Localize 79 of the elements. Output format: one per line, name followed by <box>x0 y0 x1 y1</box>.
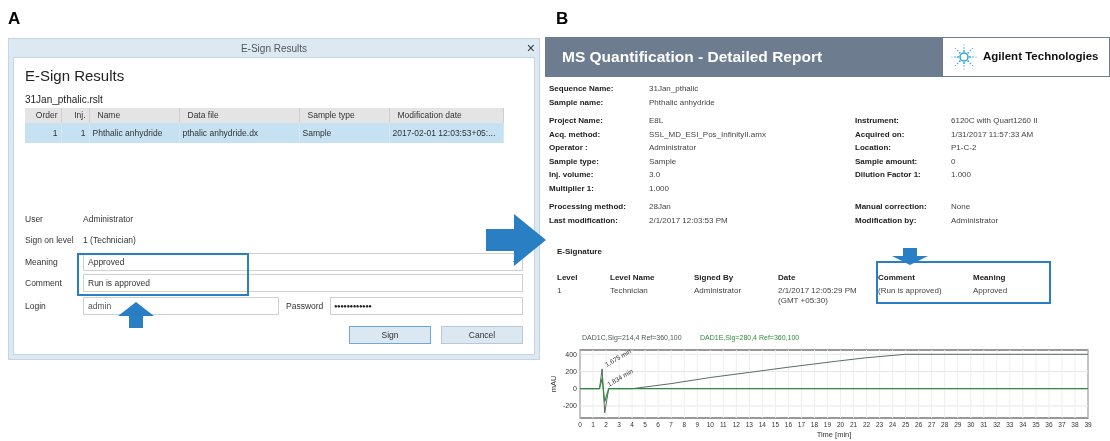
field-label: Password <box>286 299 325 313</box>
info-label: Operator : <box>549 142 589 154</box>
info-value: 28Jan <box>649 201 671 213</box>
logo-text: Agilent Technologies <box>983 49 1099 65</box>
column-header: Meaning <box>973 272 1007 284</box>
info-value: Administrator <box>649 142 697 154</box>
column-header: Date <box>778 272 797 284</box>
info-label: Manual correction: <box>855 201 928 213</box>
info-label: Sample name: <box>549 96 605 109</box>
info-label: Processing method: <box>549 201 627 213</box>
info-label: Inj. volume: <box>549 169 595 181</box>
info-value: 2/1/2017 12:03:53 PM <box>649 214 728 227</box>
info-value: Administrator <box>951 214 999 227</box>
table-cell-text: 1 <box>557 286 563 297</box>
file-name: 31Jan_pthalic.rslt <box>25 93 104 107</box>
sign-button[interactable]: Sign <box>349 326 431 344</box>
down-arrow <box>892 248 928 265</box>
comment-field[interactable]: Run is approved <box>83 274 523 292</box>
table-cell: pthalic anhydride.dx <box>179 123 299 143</box>
info-value: 0 <box>951 155 956 168</box>
info-label: Last modification: <box>549 214 619 227</box>
info-value: 6120C with Quart1260 II <box>951 115 1038 127</box>
report-header: MS Quantification - Detailed Report <box>545 37 942 77</box>
field-label: Comment <box>25 276 63 290</box>
column-header: Comment <box>878 272 916 284</box>
table-cell: 1 <box>61 123 89 143</box>
panel-label: A <box>8 8 21 30</box>
info-value: 1/31/2017 11:57:33 AM <box>951 128 1034 141</box>
info-label: Modification by: <box>855 214 918 227</box>
info-label: Project Name: <box>549 115 604 127</box>
table-cell-text: Technician <box>610 286 649 297</box>
up-arrow <box>118 302 154 328</box>
info-value: 1.000 <box>649 182 670 195</box>
info-label: Acquired on: <box>855 128 906 141</box>
column-header: Signed By <box>694 272 735 284</box>
spark-logo-icon <box>951 44 977 70</box>
field-label: User <box>25 213 44 226</box>
info-value: E8L <box>649 115 664 127</box>
field-label: Login <box>25 299 47 313</box>
info-label: Sample amount: <box>855 155 919 168</box>
right-arrow <box>486 214 546 266</box>
cancel-button[interactable]: Cancel <box>441 326 523 344</box>
info-value: SSL_MD_ESI_Pos_InfinityII.amx <box>649 128 766 141</box>
table-row[interactable]: 1 1 Phthalic anhydride pthalic anhydride.dx Sample 2017-02-01 12:03:53+05:... <box>25 123 503 143</box>
field-label: Sign on level <box>25 234 75 247</box>
field-label: Meaning <box>25 255 59 269</box>
close-button[interactable]: × <box>526 39 535 57</box>
info-value: Phthalic anhydride <box>649 96 715 109</box>
info-label: Dilution Factor 1: <box>855 169 922 181</box>
table-cell: Sample <box>299 123 389 143</box>
table-cell-text: (Run is approved) <box>878 286 943 297</box>
column-header: Level <box>557 272 579 284</box>
column-header: Level Name <box>610 272 656 284</box>
meaning-dropdown[interactable]: Approved <box>83 253 523 271</box>
info-label: Instrument: <box>855 115 900 127</box>
table-cell-text: 2/1/2017 12:05:29 PM (GMT +05:30) <box>778 286 858 306</box>
info-label: Acq. method: <box>549 128 602 141</box>
dialog-heading: E-Sign Results <box>25 66 126 86</box>
section-heading: E-Signature <box>557 246 602 258</box>
info-value: None <box>951 201 971 213</box>
table-cell-text: Administrator <box>694 286 743 297</box>
login-field[interactable]: admin <box>83 297 279 315</box>
info-value: 31Jan_pthalic <box>649 83 699 95</box>
info-value: 3.0 <box>649 169 661 181</box>
info-value: 1.000 <box>951 169 972 181</box>
info-label: Sample type: <box>549 155 600 168</box>
table-cell: Phthalic anhydride <box>89 123 179 143</box>
field-value: 1 (Technician) <box>83 234 136 247</box>
panel-label: B <box>556 8 569 30</box>
info-value: P1-C-2 <box>951 142 977 154</box>
field-value: Administrator <box>83 213 134 226</box>
info-label: Location: <box>855 142 892 154</box>
info-label: Multiplier 1: <box>549 182 595 195</box>
table-cell: 2017-02-01 12:03:53+05:... <box>389 123 503 143</box>
window-title: E-Sign Results <box>240 41 308 56</box>
info-value: Sample <box>649 155 677 168</box>
table-cell-text: Approved <box>973 286 1009 297</box>
info-label: Sequence Name: <box>549 83 615 95</box>
table-cell: 1 <box>25 123 61 143</box>
